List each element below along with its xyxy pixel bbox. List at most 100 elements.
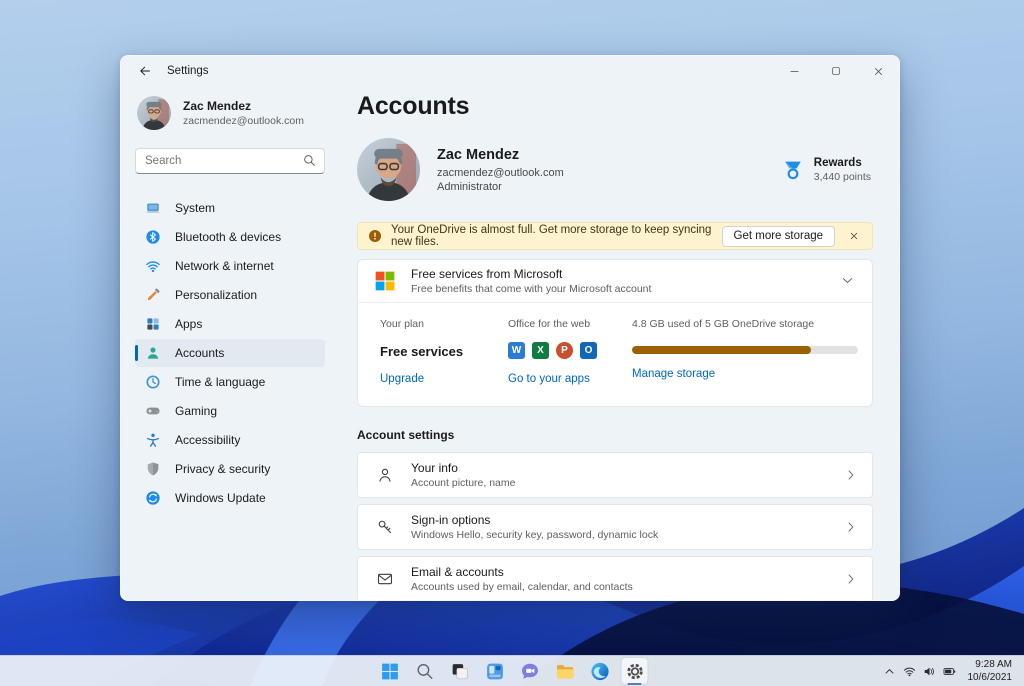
avatar: [137, 96, 171, 130]
apps-icon: [145, 316, 161, 332]
taskbar-clock[interactable]: 9:28 AM 10/6/2021: [964, 658, 1019, 684]
clock-icon: [145, 374, 161, 390]
settings-row-sign-in-options[interactable]: Sign-in options Windows Hello, security k…: [357, 504, 873, 550]
taskbar-task-view-button[interactable]: [447, 658, 473, 684]
taskbar-center-icons: [377, 658, 648, 685]
go-to-apps-link[interactable]: Go to your apps: [508, 373, 590, 385]
powerpoint-icon[interactable]: P: [556, 342, 573, 359]
storage-progress-fill: [632, 346, 811, 354]
free-services-subtitle: Free benefits that come with your Micros…: [411, 283, 652, 295]
rewards-block[interactable]: Rewards 3,440 points: [781, 157, 873, 183]
desktop: Settings Zac Mendez zacmendez@outlook.co…: [0, 0, 1024, 686]
sidebar-item-network-internet[interactable]: Network & internet: [135, 252, 325, 280]
plan-value: Free services: [380, 344, 464, 359]
sidebar-item-label: Privacy & security: [175, 462, 271, 476]
account-name: Zac Mendez: [437, 146, 520, 163]
sidebar-item-gaming[interactable]: Gaming: [135, 397, 325, 425]
search-icon: [302, 153, 318, 169]
office-label: Office for the web: [508, 318, 591, 330]
sidebar-item-system[interactable]: System: [135, 194, 325, 222]
gear-icon: [624, 661, 645, 682]
minimize-button[interactable]: [773, 56, 815, 86]
shield-icon: [145, 461, 161, 477]
banner-message: Your OneDrive is almost full. Get more s…: [391, 224, 712, 248]
chevron-up-icon: [883, 665, 896, 678]
maximize-icon: [830, 65, 842, 77]
sidebar-item-privacy-security[interactable]: Privacy & security: [135, 455, 325, 483]
sidebar: Zac Mendez zacmendez@outlook.com System B…: [121, 86, 339, 600]
settings-row-your-info[interactable]: Your info Account picture, name: [357, 452, 873, 498]
edge-icon: [589, 661, 610, 682]
get-more-storage-button[interactable]: Get more storage: [721, 225, 835, 247]
system-tray: 9:28 AM 10/6/2021: [880, 656, 1019, 686]
banner-close-button[interactable]: [844, 226, 864, 246]
sidebar-item-label: Gaming: [175, 404, 218, 418]
tray-network-button[interactable]: [900, 660, 920, 682]
bluetooth-icon: [145, 229, 161, 245]
sidebar-item-time-language[interactable]: Time & language: [135, 368, 325, 396]
tray-battery-button[interactable]: [940, 660, 960, 682]
settings-row-email-accounts[interactable]: Email & accounts Accounts used by email, …: [357, 556, 873, 600]
row-subtitle: Account picture, name: [411, 477, 516, 489]
sidebar-item-windows-update[interactable]: Windows Update: [135, 484, 325, 512]
sidebar-item-personalization[interactable]: Personalization: [135, 281, 325, 309]
sidebar-item-apps[interactable]: Apps: [135, 310, 325, 338]
back-arrow-icon: [138, 64, 152, 78]
word-icon[interactable]: W: [508, 342, 525, 359]
chevron-right-icon: [844, 520, 858, 534]
user-email: zacmendez@outlook.com: [183, 115, 304, 127]
chevron-down-icon[interactable]: [840, 273, 856, 289]
close-icon: [872, 65, 885, 78]
taskbar-start-button[interactable]: [377, 658, 403, 684]
sidebar-nav: System Bluetooth & devices Network & inter…: [135, 194, 325, 512]
sidebar-user-profile[interactable]: Zac Mendez zacmendez@outlook.com: [135, 92, 325, 134]
titlebar: Settings: [121, 56, 899, 86]
tray-time: 9:28 AM: [975, 659, 1012, 670]
taskbar-widgets-button[interactable]: [482, 658, 508, 684]
page-title: Accounts: [357, 92, 470, 120]
taskbar-search-button[interactable]: [412, 658, 438, 684]
excel-icon[interactable]: X: [532, 342, 549, 359]
person-outline-icon: [376, 466, 394, 484]
outlook-icon[interactable]: O: [580, 342, 597, 359]
search-input[interactable]: [135, 148, 325, 174]
free-services-expander[interactable]: Free services from Microsoft Free benefi…: [358, 260, 872, 303]
taskbar-settings-button[interactable]: [621, 658, 648, 685]
storage-label: 4.8 GB used of 5 GB OneDrive storage: [632, 318, 815, 330]
accessibility-icon: [145, 432, 161, 448]
update-icon: [145, 490, 161, 506]
search-icon: [414, 661, 435, 682]
microsoft-logo-icon: [374, 270, 396, 292]
folder-icon: [554, 661, 575, 682]
close-button[interactable]: [857, 56, 899, 86]
chevron-right-icon: [844, 572, 858, 586]
taskbar: 9:28 AM 10/6/2021: [0, 655, 1024, 686]
upgrade-link[interactable]: Upgrade: [380, 373, 424, 385]
sidebar-item-label: Time & language: [175, 375, 266, 389]
free-services-details: Your plan Free services Upgrade Office f…: [358, 303, 872, 406]
plan-label: Your plan: [380, 318, 424, 330]
wifi-tray-icon: [903, 665, 916, 678]
sidebar-item-accessibility[interactable]: Accessibility: [135, 426, 325, 454]
sidebar-item-label: Accounts: [175, 346, 225, 360]
sidebar-item-label: Personalization: [175, 288, 258, 302]
maximize-button[interactable]: [815, 56, 857, 86]
taskbar-file-explorer-button[interactable]: [552, 658, 578, 684]
taskbar-chat-button[interactable]: [517, 658, 543, 684]
taskbar-edge-button[interactable]: [587, 658, 613, 684]
row-subtitle: Windows Hello, security key, password, d…: [411, 529, 659, 541]
tray-volume-button[interactable]: [920, 660, 940, 682]
account-header: Zac Mendez zacmendez@outlook.com Adminis…: [357, 138, 873, 201]
back-button[interactable]: [133, 59, 157, 83]
row-subtitle: Accounts used by email, calendar, and co…: [411, 581, 633, 593]
taskview-icon: [449, 661, 470, 682]
sidebar-item-bluetooth-devices[interactable]: Bluetooth & devices: [135, 223, 325, 251]
manage-storage-link[interactable]: Manage storage: [632, 368, 715, 380]
tray-hidden-icons-button[interactable]: [880, 660, 900, 682]
window-controls: [773, 56, 899, 86]
monitor-icon: [145, 200, 161, 216]
sidebar-item-accounts[interactable]: Accounts: [135, 339, 325, 367]
account-email: zacmendez@outlook.com: [437, 166, 564, 179]
sidebar-item-label: System: [175, 201, 216, 215]
tray-date: 10/6/2021: [967, 672, 1013, 683]
